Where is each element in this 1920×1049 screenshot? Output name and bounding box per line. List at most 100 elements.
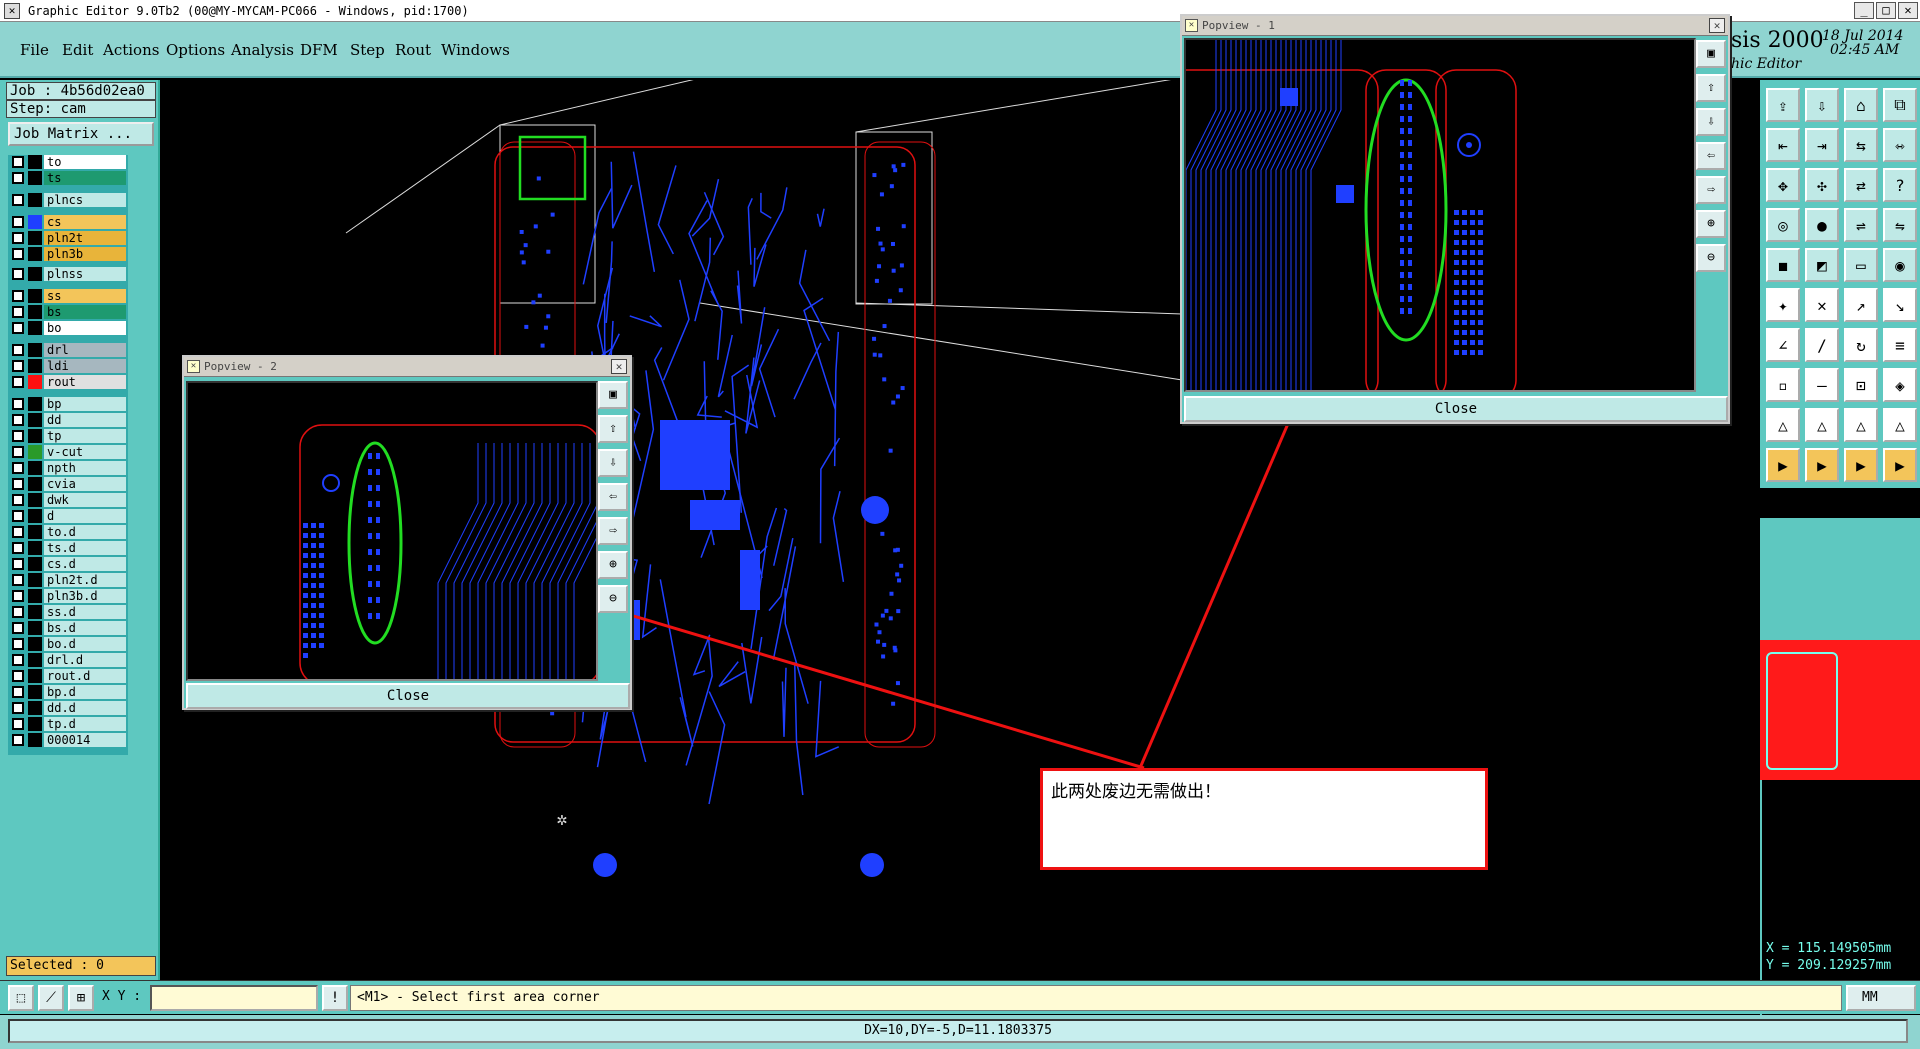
center-icon[interactable]: ✣: [1805, 168, 1839, 202]
menu-analysis[interactable]: Analysis: [231, 41, 294, 59]
popview-zoom-out-icon[interactable]: ⊖: [1696, 244, 1726, 272]
layer-checkbox[interactable]: [12, 734, 24, 746]
menu-windows[interactable]: Windows: [441, 41, 510, 59]
popview-right-icon[interactable]: ⇨: [1696, 176, 1726, 204]
layer-checkbox[interactable]: [12, 462, 24, 474]
popview-left-icon[interactable]: ⇦: [1696, 142, 1726, 170]
popview-1-close-icon[interactable]: ✕: [1709, 18, 1725, 33]
layer-checkbox[interactable]: [12, 430, 24, 442]
pad-small-icon[interactable]: ▫: [1766, 368, 1800, 402]
popview-zoom-in-icon[interactable]: ⊕: [598, 551, 628, 579]
maximize-button[interactable]: □: [1876, 2, 1896, 19]
lines-icon[interactable]: ≡: [1883, 328, 1917, 362]
pointer-icon[interactable]: ▶: [1766, 448, 1800, 482]
pointer-icon[interactable]: ▶: [1844, 448, 1878, 482]
rectangle-icon[interactable]: ▭: [1844, 248, 1878, 282]
layer-checkbox[interactable]: [12, 344, 24, 356]
popview-1-view[interactable]: [1184, 38, 1696, 392]
layer-row[interactable]: drl: [8, 343, 128, 357]
menu-dfm[interactable]: DFM: [300, 41, 338, 59]
layer-row[interactable]: cvia: [8, 477, 128, 491]
delete-icon[interactable]: ✕: [1805, 288, 1839, 322]
popview-fit-icon[interactable]: ▣: [1696, 40, 1726, 68]
popview-2-view[interactable]: [186, 381, 598, 681]
flip-icon[interactable]: ⇄: [1844, 168, 1878, 202]
layer-row[interactable]: ldi: [8, 359, 128, 373]
layer-row[interactable]: plnss: [8, 267, 128, 281]
layer-row[interactable]: to: [8, 155, 128, 169]
layer-checkbox[interactable]: [12, 172, 24, 184]
layer-row[interactable]: ss.d: [8, 605, 128, 619]
layer-row[interactable]: cs: [8, 215, 128, 229]
layer-row[interactable]: bp: [8, 397, 128, 411]
triangle-icon[interactable]: △: [1883, 408, 1917, 442]
layer-checkbox[interactable]: [12, 232, 24, 244]
circle-icon[interactable]: ◉: [1883, 248, 1917, 282]
layer-checkbox[interactable]: [12, 376, 24, 388]
xy-input[interactable]: [150, 985, 318, 1011]
menu-actions[interactable]: Actions: [103, 41, 159, 59]
layer-row[interactable]: drl.d: [8, 653, 128, 667]
popview-left-icon[interactable]: ⇦: [598, 483, 628, 511]
triangle-icon[interactable]: △: [1766, 408, 1800, 442]
pointer-icon[interactable]: ▶: [1805, 448, 1839, 482]
step-preview[interactable]: [1760, 640, 1920, 780]
menu-file[interactable]: File: [20, 41, 49, 59]
popview-zoom-out-icon[interactable]: ⊖: [598, 585, 628, 613]
shift-left-icon[interactable]: ⇤: [1766, 128, 1800, 162]
layer-checkbox[interactable]: [12, 622, 24, 634]
layer-row[interactable]: ts: [8, 171, 128, 185]
layer-checkbox[interactable]: [12, 268, 24, 280]
layer-row[interactable]: dd.d: [8, 701, 128, 715]
popview-right-icon[interactable]: ⇨: [598, 517, 628, 545]
layer-checkbox[interactable]: [12, 398, 24, 410]
layer-row[interactable]: pln3b.d: [8, 589, 128, 603]
layer-row[interactable]: dwk: [8, 493, 128, 507]
pointer-icon[interactable]: ▶: [1883, 448, 1917, 482]
popview-down-icon[interactable]: ⇩: [598, 449, 628, 477]
layer-checkbox[interactable]: [12, 306, 24, 318]
popview-up-icon[interactable]: ⇧: [598, 415, 628, 443]
layer-checkbox[interactable]: [12, 670, 24, 682]
layer-checkbox[interactable]: [12, 494, 24, 506]
layer-checkbox[interactable]: [12, 290, 24, 302]
layer-row[interactable]: pln2t.d: [8, 573, 128, 587]
line-icon[interactable]: /: [1805, 328, 1839, 362]
layer-checkbox[interactable]: [12, 216, 24, 228]
layer-checkbox[interactable]: [12, 360, 24, 372]
measure-icon[interactable]: ⟋: [38, 985, 64, 1011]
layer-checkbox[interactable]: [12, 558, 24, 570]
fill-icon[interactable]: ◼: [1766, 248, 1800, 282]
layer-checkbox[interactable]: [12, 322, 24, 334]
minimize-button[interactable]: _: [1854, 2, 1874, 19]
popview-up-icon[interactable]: ⇧: [1696, 74, 1726, 102]
move-down-icon[interactable]: ⇩: [1805, 88, 1839, 122]
close-window-button[interactable]: ✕: [1898, 2, 1918, 19]
grid-icon[interactable]: ⊞: [68, 985, 94, 1011]
pad-icon[interactable]: ●: [1805, 208, 1839, 242]
layer-row[interactable]: rout.d: [8, 669, 128, 683]
move-up-icon[interactable]: ⇪: [1766, 88, 1800, 122]
layer-row[interactable]: bp.d: [8, 685, 128, 699]
popview-zoom-in-icon[interactable]: ⊕: [1696, 210, 1726, 238]
layer-row[interactable]: v-cut: [8, 445, 128, 459]
layer-checkbox[interactable]: [12, 194, 24, 206]
layer-checkbox[interactable]: [12, 702, 24, 714]
layer-checkbox[interactable]: [12, 446, 24, 458]
shift-right-icon[interactable]: ⇥: [1805, 128, 1839, 162]
menu-step[interactable]: Step: [350, 41, 385, 59]
layer-checkbox[interactable]: [12, 718, 24, 730]
popview-2-close-button[interactable]: Close: [186, 683, 630, 709]
layer-checkbox[interactable]: [12, 156, 24, 168]
layer-row[interactable]: pln3b: [8, 247, 128, 261]
layer-row[interactable]: 000014: [8, 733, 128, 747]
rotate-icon[interactable]: ↻: [1844, 328, 1878, 362]
alert-icon[interactable]: !: [322, 985, 348, 1011]
layer-checkbox[interactable]: [12, 686, 24, 698]
triangle-icon[interactable]: △: [1844, 408, 1878, 442]
snap-icon[interactable]: ◎: [1766, 208, 1800, 242]
layer-row[interactable]: ts.d: [8, 541, 128, 555]
arrow-down-icon[interactable]: ↘: [1883, 288, 1917, 322]
layer-checkbox[interactable]: [12, 248, 24, 260]
pan-icon[interactable]: ✥: [1766, 168, 1800, 202]
